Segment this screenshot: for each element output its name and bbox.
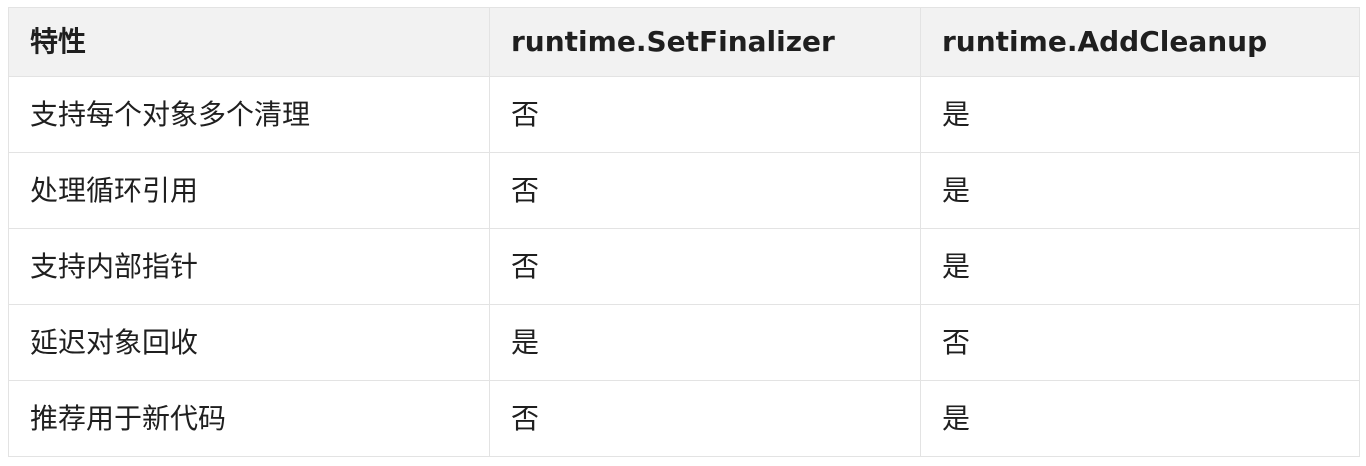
setfinalizer-cell: 是 (489, 304, 921, 381)
table-row: 支持内部指针 否 是 (8, 228, 1360, 305)
feature-cell: 支持每个对象多个清理 (8, 76, 490, 153)
header-setfinalizer: runtime.SetFinalizer (489, 7, 921, 77)
table-row: 处理循环引用 否 是 (8, 152, 1360, 229)
feature-cell: 处理循环引用 (8, 152, 490, 229)
feature-cell: 推荐用于新代码 (8, 380, 490, 457)
addcleanup-cell: 是 (920, 228, 1360, 305)
addcleanup-cell: 否 (920, 304, 1360, 381)
table-header-row: 特性 runtime.SetFinalizer runtime.AddClean… (8, 7, 1360, 77)
table-row: 支持每个对象多个清理 否 是 (8, 76, 1360, 153)
comparison-table-container: 特性 runtime.SetFinalizer runtime.AddClean… (8, 7, 1360, 457)
addcleanup-cell: 是 (920, 76, 1360, 153)
addcleanup-cell: 是 (920, 380, 1360, 457)
comparison-table: 特性 runtime.SetFinalizer runtime.AddClean… (8, 7, 1360, 457)
table-row: 延迟对象回收 是 否 (8, 304, 1360, 381)
setfinalizer-cell: 否 (489, 152, 921, 229)
feature-cell: 支持内部指针 (8, 228, 490, 305)
feature-cell: 延迟对象回收 (8, 304, 490, 381)
setfinalizer-cell: 否 (489, 228, 921, 305)
addcleanup-cell: 是 (920, 152, 1360, 229)
header-addcleanup: runtime.AddCleanup (920, 7, 1360, 77)
setfinalizer-cell: 否 (489, 76, 921, 153)
header-feature: 特性 (8, 7, 490, 77)
setfinalizer-cell: 否 (489, 380, 921, 457)
table-row: 推荐用于新代码 否 是 (8, 380, 1360, 457)
